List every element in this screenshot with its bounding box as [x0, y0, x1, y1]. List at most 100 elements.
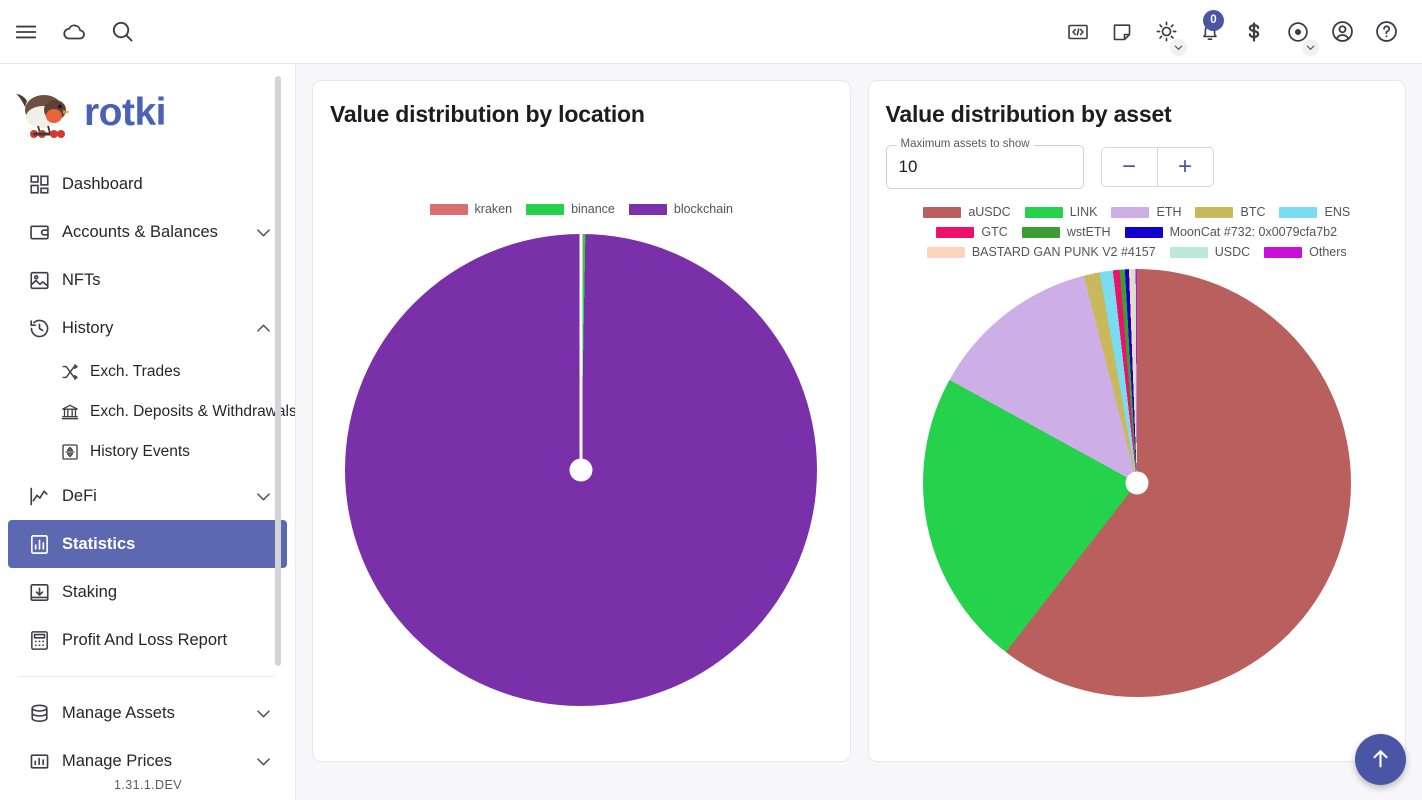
sidebar-item-history[interactable]: History [8, 304, 287, 352]
eye-icon[interactable] [1276, 10, 1320, 56]
legend-label: wstETH [1066, 225, 1111, 239]
menu-icon[interactable] [4, 10, 48, 54]
pie-center-hub [569, 458, 593, 482]
sidebar-item-profit-and-loss-report[interactable]: Profit And Loss Report [8, 616, 287, 664]
pie-chart-asset[interactable] [922, 269, 1351, 697]
swap-vertical-icon [50, 442, 90, 462]
legend-item[interactable]: wstETH [1021, 225, 1111, 239]
legend-swatch [1195, 206, 1234, 218]
card-value-distribution-by-asset: Value distribution by asset Maximum asse… [867, 80, 1406, 762]
sidebar-item-dashboard[interactable]: Dashboard [8, 160, 287, 208]
legend-swatch [1024, 206, 1063, 218]
decrement-button[interactable]: − [1101, 148, 1157, 186]
sidebar-item-label: Profit And Loss Report [62, 630, 228, 649]
card-title: Value distribution by asset [885, 101, 1172, 127]
top-app-bar: 0 [0, 0, 1422, 64]
sidebar-item-statistics[interactable]: Statistics [8, 520, 287, 568]
increment-button[interactable]: + [1157, 148, 1213, 186]
price-tag-chart-icon [16, 750, 62, 773]
legend-asset: aUSDC LINK ETH BTC ENS GTC wstETH MoonCat #732:… [869, 205, 1406, 259]
pie-chart-location[interactable] [345, 234, 818, 706]
legend-swatch [526, 203, 565, 215]
bank-icon [50, 402, 90, 422]
search-icon[interactable] [100, 10, 144, 54]
subnav-label: History Events [90, 443, 190, 460]
legend-label: BTC [1240, 205, 1266, 219]
sidebar-item-staking[interactable]: Staking [8, 568, 287, 616]
legend-label: ENS [1324, 205, 1351, 219]
topbar-right-group: 0 [1056, 9, 1422, 56]
subnav-label: Exch. Trades [90, 363, 181, 380]
legend-label: ETH [1156, 205, 1182, 219]
arrow-up-icon [1368, 746, 1393, 774]
legend-item[interactable]: MoonCat #732: 0x0079cfa7b2 [1124, 225, 1337, 239]
chevron-up-icon [254, 319, 273, 338]
chevron-down-icon [254, 487, 273, 506]
card-value-distribution-by-location: Value distribution by location kraken bin… [312, 80, 851, 762]
scroll-to-top-button[interactable] [1355, 734, 1406, 785]
cloud-icon[interactable] [52, 10, 96, 54]
sun-icon[interactable] [1144, 10, 1188, 56]
sidebar-item-label: Statistics [62, 534, 136, 553]
app-version: 1.31.1.DEV [0, 772, 295, 792]
legend-item[interactable]: binance [526, 202, 615, 216]
max-assets-field[interactable]: Maximum assets to show [885, 138, 1084, 189]
legend-label: binance [571, 202, 615, 216]
legend-item[interactable]: BASTARD GAN PUNK V2 #4157 [926, 245, 1156, 259]
notification-badge: 0 [1203, 9, 1224, 31]
sidebar-item-exch-trades[interactable]: Exch. Trades [8, 352, 287, 392]
legend-item[interactable]: Others [1264, 245, 1347, 259]
legend-swatch [1264, 246, 1303, 258]
sidebar-item-label: NFTs [62, 270, 101, 289]
legend-item[interactable]: LINK [1024, 205, 1098, 219]
max-assets-input[interactable] [886, 157, 1083, 177]
code-icon[interactable] [1056, 10, 1100, 54]
legend-item[interactable]: GTC [936, 225, 1008, 239]
legend-location: kraken binance blockchain [313, 202, 850, 216]
legend-label: BASTARD GAN PUNK V2 #4157 [971, 245, 1156, 259]
legend-item[interactable]: ETH [1111, 205, 1181, 219]
legend-swatch [923, 206, 962, 218]
legend-item[interactable]: aUSDC [923, 205, 1011, 219]
legend-label: kraken [474, 202, 513, 216]
calculator-icon [16, 629, 62, 652]
bell-icon[interactable]: 0 [1188, 9, 1232, 54]
dollar-icon[interactable] [1232, 10, 1276, 54]
sidebar-item-manage-assets[interactable]: Manage Assets [8, 689, 287, 737]
main-content: Value distribution by location kraken bin… [296, 64, 1422, 800]
chevron-down-icon [1302, 38, 1319, 56]
dashboard-icon [16, 173, 62, 196]
legend-item[interactable]: blockchain [628, 202, 733, 216]
legend-label: LINK [1069, 205, 1098, 219]
chevron-down-icon [254, 704, 273, 723]
sidebar-scrollbar[interactable] [275, 76, 281, 666]
line-chart-icon [16, 485, 62, 508]
sidebar-item-exch-deposits-withdrawals[interactable]: Exch. Deposits & Withdrawals [8, 392, 295, 432]
sidebar-item-label: DeFi [62, 486, 97, 505]
legend-label: blockchain [673, 202, 733, 216]
legend-item[interactable]: ENS [1279, 205, 1350, 219]
legend-swatch [1279, 206, 1318, 218]
legend-item[interactable]: kraken [429, 202, 513, 216]
legend-item[interactable]: BTC [1195, 205, 1265, 219]
legend-label: USDC [1214, 245, 1251, 259]
max-assets-stepper: − + [1100, 147, 1214, 187]
chevron-down-icon [254, 752, 273, 771]
brand-logo[interactable]: rotki [0, 64, 295, 160]
legend-item[interactable]: USDC [1169, 245, 1251, 259]
chevron-down-icon [1170, 38, 1187, 56]
subnav-label: Exch. Deposits & Withdrawals [90, 403, 296, 420]
note-icon[interactable] [1100, 10, 1144, 54]
help-circle-icon[interactable] [1364, 10, 1408, 54]
sidebar-item-nfts[interactable]: NFTs [8, 256, 287, 304]
pie-center-hub [1125, 471, 1149, 495]
sidebar-item-accounts-balances[interactable]: Accounts & Balances [8, 208, 287, 256]
max-assets-control-row: Maximum assets to show − + [869, 128, 1406, 189]
card-title: Value distribution by location [330, 101, 645, 127]
pie-chart-asset-wrap [869, 269, 1406, 697]
legend-label: aUSDC [968, 205, 1011, 219]
account-circle-icon[interactable] [1320, 10, 1364, 54]
sidebar-item-history-events[interactable]: History Events [8, 432, 287, 472]
legend-swatch [936, 226, 975, 238]
sidebar-item-defi[interactable]: DeFi [8, 472, 287, 520]
